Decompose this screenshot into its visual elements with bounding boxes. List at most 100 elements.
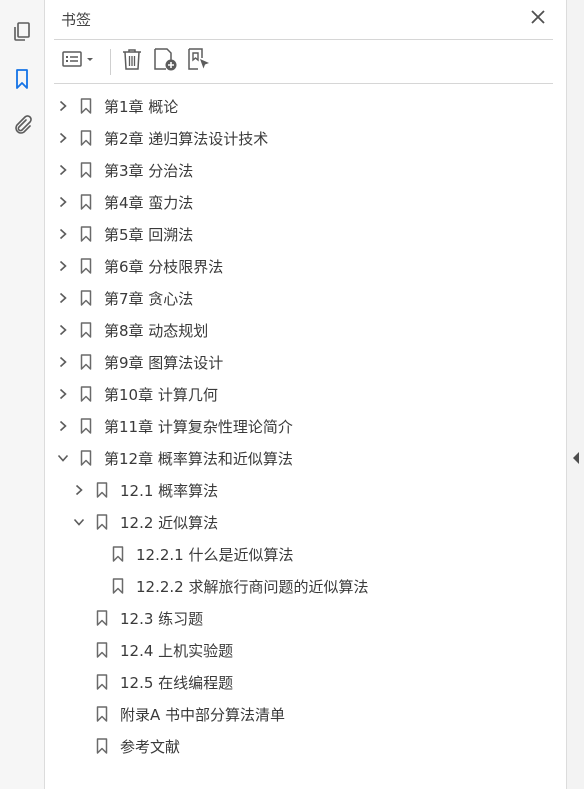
bookmark-item[interactable]: 12.5 在线编程题 bbox=[72, 666, 233, 698]
chevron-right-icon[interactable] bbox=[56, 195, 70, 209]
bookmark-item[interactable]: 12.1 概率算法 bbox=[72, 474, 218, 506]
chevron-down-icon[interactable] bbox=[56, 451, 70, 465]
divider bbox=[54, 83, 553, 84]
bookmark-label: 第11章 计算复杂性理论简介 bbox=[104, 417, 293, 436]
bookmark-item[interactable]: 12.2.1 什么是近似算法 bbox=[88, 538, 293, 570]
chevron-right-icon[interactable] bbox=[56, 323, 70, 337]
bookmark-item[interactable]: 第1章 概论 bbox=[56, 90, 178, 122]
pages-thumbnail-icon[interactable] bbox=[10, 20, 34, 44]
bookmark-item-icon bbox=[80, 450, 92, 466]
bookmark-label: 12.3 练习题 bbox=[120, 609, 204, 628]
bookmark-label: 12.5 在线编程题 bbox=[120, 673, 234, 692]
chevron-right-icon[interactable] bbox=[56, 99, 70, 113]
bookmark-label: 第7章 贪心法 bbox=[104, 289, 194, 308]
bookmark-item[interactable]: 第5章 回溯法 bbox=[56, 218, 193, 250]
bookmark-item-icon bbox=[80, 98, 92, 114]
bookmark-item[interactable]: 第10章 计算几何 bbox=[56, 378, 218, 410]
delete-bookmark-icon bbox=[121, 47, 143, 75]
chevron-right-icon[interactable] bbox=[56, 163, 70, 177]
bookmark-item-icon bbox=[80, 418, 92, 434]
chevron-down-icon[interactable] bbox=[72, 515, 86, 529]
bookmark-label: 第5章 回溯法 bbox=[104, 225, 194, 244]
toolbar-separator bbox=[110, 49, 111, 75]
bookmark-item[interactable]: 第9章 图算法设计 bbox=[56, 346, 223, 378]
bookmark-item-icon bbox=[80, 226, 92, 242]
options-menu-icon bbox=[62, 49, 98, 73]
bookmark-item-icon bbox=[112, 546, 124, 562]
bookmark-item-icon bbox=[96, 482, 108, 498]
bookmark-item-icon bbox=[80, 130, 92, 146]
bookmark-label: 附录A 书中部分算法清单 bbox=[120, 705, 286, 724]
bookmark-item-icon bbox=[96, 706, 108, 722]
bookmark-item-icon bbox=[96, 642, 108, 658]
toggle-spacer bbox=[72, 643, 86, 657]
chevron-right-icon[interactable] bbox=[56, 131, 70, 145]
bookmark-label: 12.2.1 什么是近似算法 bbox=[136, 545, 294, 564]
divider bbox=[54, 39, 553, 40]
bookmark-item-icon bbox=[80, 194, 92, 210]
toggle-spacer bbox=[88, 547, 102, 561]
bookmark-item[interactable]: 12.3 练习题 bbox=[72, 602, 203, 634]
bookmark-item-icon bbox=[80, 322, 92, 338]
bookmark-item[interactable]: 12.2 近似算法 bbox=[72, 506, 218, 538]
attachment-icon[interactable] bbox=[10, 113, 34, 137]
bookmark-item-icon bbox=[80, 258, 92, 274]
bookmark-item[interactable]: 第11章 计算复杂性理论简介 bbox=[56, 410, 293, 442]
bookmark-label: 12.1 概率算法 bbox=[120, 481, 219, 500]
bookmark-item[interactable]: 12.4 上机实验题 bbox=[72, 634, 233, 666]
delete-bookmark-button[interactable] bbox=[118, 46, 146, 76]
panel-title: 书签 bbox=[61, 11, 92, 29]
bookmark-label: 第3章 分治法 bbox=[104, 161, 194, 180]
bookmark-item[interactable]: 附录A 书中部分算法清单 bbox=[72, 698, 285, 730]
bookmark-label: 第2章 递归算法设计技术 bbox=[104, 129, 269, 148]
chevron-right-icon[interactable] bbox=[56, 355, 70, 369]
bookmark-item[interactable]: 第4章 蛮力法 bbox=[56, 186, 193, 218]
toggle-spacer bbox=[72, 739, 86, 753]
bookmark-item-icon bbox=[80, 386, 92, 402]
bookmark-label: 第10章 计算几何 bbox=[104, 385, 218, 404]
bookmark-item[interactable]: 第3章 分治法 bbox=[56, 154, 193, 186]
bookmark-item[interactable]: 参考文献 bbox=[72, 730, 180, 762]
bookmark-from-selection-icon bbox=[186, 46, 212, 76]
bookmark-label: 12.2 近似算法 bbox=[120, 513, 219, 532]
bookmark-item[interactable]: 第7章 贪心法 bbox=[56, 282, 193, 314]
new-bookmark-button[interactable] bbox=[150, 46, 180, 76]
bookmark-label: 第6章 分枝限界法 bbox=[104, 257, 224, 276]
new-bookmark-icon bbox=[152, 46, 178, 76]
toggle-spacer bbox=[72, 611, 86, 625]
bookmark-item-icon bbox=[96, 738, 108, 754]
chevron-right-icon[interactable] bbox=[56, 259, 70, 273]
bookmark-item[interactable]: 第12章 概率算法和近似算法 bbox=[56, 442, 293, 474]
bookmark-label: 第9章 图算法设计 bbox=[104, 353, 224, 372]
chevron-right-icon[interactable] bbox=[56, 227, 70, 241]
bookmark-item-icon bbox=[96, 514, 108, 530]
chevron-right-icon[interactable] bbox=[72, 483, 86, 497]
toggle-spacer bbox=[72, 675, 86, 689]
collapse-panel-icon[interactable] bbox=[572, 449, 580, 468]
bookmark-item[interactable]: 第6章 分枝限界法 bbox=[56, 250, 223, 282]
bookmark-item-icon bbox=[96, 674, 108, 690]
options-menu-button[interactable] bbox=[60, 46, 100, 76]
toggle-spacer bbox=[88, 579, 102, 593]
chevron-right-icon[interactable] bbox=[56, 291, 70, 305]
bookmark-item[interactable]: 第8章 动态规划 bbox=[56, 314, 208, 346]
close-icon[interactable] bbox=[528, 7, 548, 27]
bookmark-label: 12.4 上机实验题 bbox=[120, 641, 234, 660]
navigation-sidebar bbox=[0, 0, 45, 789]
toggle-spacer bbox=[72, 707, 86, 721]
bookmark-label: 第12章 概率算法和近似算法 bbox=[104, 449, 293, 468]
chevron-right-icon[interactable] bbox=[56, 419, 70, 433]
bookmark-item-icon bbox=[112, 578, 124, 594]
bookmark-icon[interactable] bbox=[10, 67, 34, 91]
chevron-right-icon[interactable] bbox=[56, 387, 70, 401]
bookmark-label: 12.2.2 求解旅行商问题的近似算法 bbox=[136, 577, 369, 596]
bookmarks-panel: 书签 第1章 概论 第2章 递归算法设计技术 第3章 分治法 第4章 蛮力法第5… bbox=[46, 0, 566, 789]
bookmark-from-selection-button[interactable] bbox=[184, 46, 214, 76]
bookmark-item[interactable]: 第2章 递归算法设计技术 bbox=[56, 122, 268, 154]
bookmark-item[interactable]: 12.2.2 求解旅行商问题的近似算法 bbox=[88, 570, 368, 602]
panel-collapse-strip bbox=[566, 0, 584, 789]
bookmark-item-icon bbox=[80, 354, 92, 370]
bookmark-label: 第8章 动态规划 bbox=[104, 321, 209, 340]
bookmark-item-icon bbox=[96, 610, 108, 626]
bookmark-label: 第4章 蛮力法 bbox=[104, 193, 194, 212]
